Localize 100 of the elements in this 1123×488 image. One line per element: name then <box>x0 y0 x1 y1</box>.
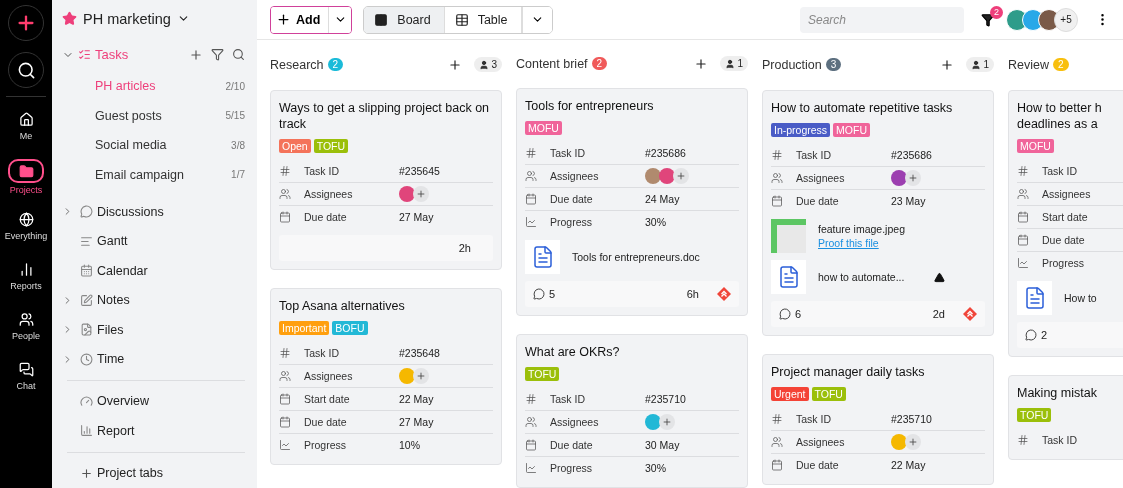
people-icon <box>1017 188 1029 200</box>
line-chart-icon <box>525 462 537 474</box>
rail-item[interactable]: Reports <box>0 255 52 305</box>
project-tabs-link[interactable]: Project tabs <box>97 466 163 481</box>
task-card[interactable]: Making mistak TOFU Task ID <box>1008 375 1123 460</box>
create-button[interactable] <box>8 5 44 41</box>
tag: MOFU <box>833 123 871 137</box>
image-thumbnail[interactable] <box>771 219 806 253</box>
field-value: #235686 <box>645 147 687 159</box>
nav-item[interactable]: Notes <box>97 293 130 308</box>
search-field[interactable]: Search <box>800 6 964 33</box>
add-icon[interactable] <box>940 57 955 72</box>
task-list-item[interactable]: Social media 3/8 <box>62 130 245 160</box>
search-button[interactable] <box>8 52 44 88</box>
project-name[interactable]: PH marketing <box>83 10 171 27</box>
field-label: Assignees <box>550 416 600 428</box>
files-icon <box>80 323 93 337</box>
task-card[interactable]: How to automate repetitive tasks In-progress MOFU Task ID #235686 Assignees Due date 23 May feature image.jpeg Proof this file how to automate... 6 2d <box>762 90 994 336</box>
nav-item[interactable]: Files <box>97 322 124 337</box>
overview-icon <box>80 394 93 408</box>
field-label: Assignees <box>796 172 846 184</box>
watchers-chip[interactable]: 3 <box>474 57 502 72</box>
field-label: Task ID <box>550 393 586 405</box>
task-card[interactable]: Ways to get a slipping project back on track Open TOFU Task ID #235645 Assignees Due date 27 May 2h <box>270 90 502 270</box>
add-assignee-button[interactable] <box>905 170 921 186</box>
search-icon[interactable] <box>232 48 245 62</box>
field-label: Progress <box>550 216 593 228</box>
document-thumbnail[interactable] <box>525 240 560 274</box>
document-thumbnail[interactable] <box>1017 281 1052 315</box>
rail-item[interactable]: People <box>0 305 52 355</box>
field-label: Task ID <box>796 149 832 161</box>
field-value: #235710 <box>645 393 687 405</box>
person-icon <box>971 59 982 70</box>
comment-count: 2 <box>1041 329 1048 341</box>
add-assignee-button[interactable] <box>673 168 689 184</box>
add-icon[interactable] <box>80 466 93 480</box>
column-title: Content brief <box>516 56 588 71</box>
star-icon[interactable] <box>62 11 77 27</box>
view-tab[interactable]: Board <box>364 6 445 33</box>
add-assignee-button[interactable] <box>905 434 921 450</box>
task-card[interactable]: How to better h deadlines as a MOFU Task ID Assignees Start date Due date Progress How to 2 <box>1008 90 1123 357</box>
field-label: Due date <box>550 193 594 205</box>
field-label: Progress <box>550 462 593 474</box>
task-list-item[interactable]: Email campaign 1/7 <box>62 159 245 190</box>
filter-icon[interactable] <box>211 48 224 62</box>
task-card[interactable]: What are OKRs? TOFU Task ID #235710 Assignees Due date 30 May Progress 30% <box>516 334 748 488</box>
board-icon <box>374 12 389 27</box>
field-label: Due date <box>796 195 840 207</box>
task-card[interactable]: Tools for entrepreneurs MOFU Task ID #235686 Assignees Due date 24 May Progress 30% Tools for entrepreneurs.doc 5 6h <box>516 88 748 316</box>
add-icon[interactable] <box>694 56 709 71</box>
people-icon <box>525 170 537 182</box>
card-title: How to better h deadlines as a <box>1017 100 1103 132</box>
discussions-icon <box>80 205 93 219</box>
hash-icon <box>1017 434 1029 446</box>
column-title: Review <box>1008 57 1049 72</box>
rail-item[interactable]: Chat <box>0 355 52 405</box>
document-thumbnail[interactable] <box>771 260 806 294</box>
bar-chart-icon <box>18 261 34 277</box>
house-icon <box>18 111 34 127</box>
field-label: Assignees <box>304 370 354 382</box>
task-list-item[interactable]: Guest posts 5/15 <box>62 101 245 131</box>
nav-item[interactable]: Overview <box>97 394 150 409</box>
column-title: Production <box>762 57 822 72</box>
add-assignee-button[interactable] <box>413 186 429 202</box>
nav-item[interactable]: Calendar <box>97 263 148 278</box>
field-value: #235648 <box>399 347 441 359</box>
folder-icon <box>18 163 34 179</box>
field-label: Task ID <box>304 347 340 359</box>
people-icon <box>18 311 34 327</box>
plus-icon <box>676 171 686 181</box>
count-badge: 2 <box>327 58 344 71</box>
task-card[interactable]: Top Asana alternatives Important BOFU Task ID #235648 Assignees Start date 22 May Due date 27 May Progress 10% <box>270 288 502 465</box>
more-members[interactable]: +5 <box>1054 7 1078 32</box>
task-list-item[interactable]: PH articles 2/10 <box>62 71 245 101</box>
rail-item[interactable]: Projects <box>0 155 52 205</box>
tag: TOFU <box>811 387 846 401</box>
calendar-icon <box>80 264 93 278</box>
card-title: How to automate repetitive tasks <box>771 100 954 116</box>
add-menu-button[interactable] <box>328 6 352 33</box>
field-label: Due date <box>550 439 594 451</box>
nav-item[interactable]: Time <box>97 352 125 367</box>
field-label: Assignees <box>796 436 846 448</box>
globe-icon <box>18 211 34 227</box>
line-chart-icon <box>279 439 291 451</box>
count-badge: 2 <box>1053 58 1069 71</box>
task-card[interactable]: Project manager daily tasks Urgent TOFU Task ID #235710 Assignees Due date 22 May <box>762 354 994 485</box>
people-icon <box>279 188 291 200</box>
watchers-chip[interactable]: 1 <box>966 57 994 72</box>
rail-item[interactable]: Me <box>0 105 52 155</box>
field-label: Due date <box>796 459 840 471</box>
add-assignee-button[interactable] <box>413 368 429 384</box>
watchers-chip[interactable]: 1 <box>720 56 748 71</box>
nav-item[interactable]: Gantt <box>97 234 128 249</box>
rail-item[interactable]: Everything <box>0 205 52 255</box>
add-assignee-button[interactable] <box>659 414 675 430</box>
calendar-icon <box>279 393 291 405</box>
add-icon[interactable] <box>448 57 463 72</box>
nav-item[interactable]: Discussions <box>97 204 164 219</box>
nav-item[interactable]: Report <box>97 423 135 438</box>
field-label: Due date <box>304 211 348 223</box>
